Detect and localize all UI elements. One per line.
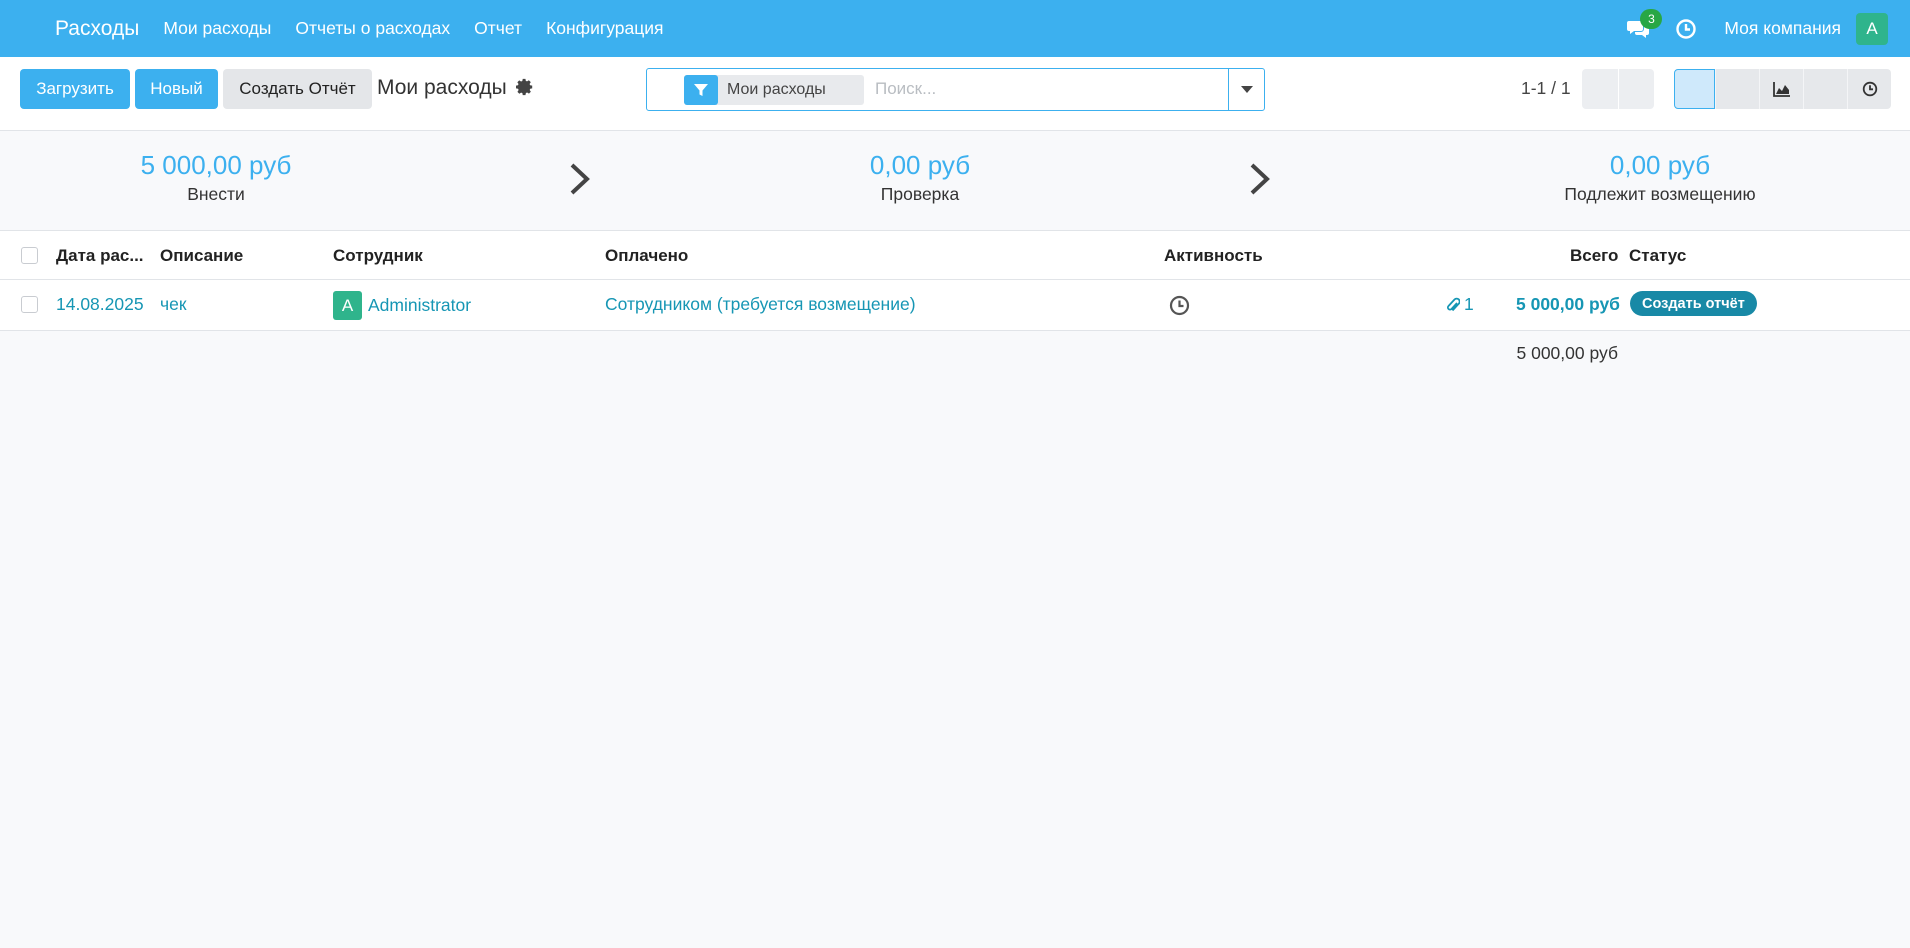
attachment-count[interactable]: 1: [1464, 294, 1474, 315]
expenses-table: Дата рас... Описание Сотрудник Оплачено …: [0, 231, 1910, 331]
chevron-right-icon: [1250, 163, 1270, 195]
expense-description: чек: [160, 294, 187, 314]
search-facet[interactable]: Мои расходы: [684, 75, 864, 105]
table-footer: 5 000,00 руб: [0, 330, 1910, 376]
expense-summary: 5 000,00 руб Внести 0,00 руб Проверка 0,…: [0, 132, 1910, 231]
user-avatar[interactable]: A: [1856, 12, 1888, 45]
nav-left: Расходы Мои расходы Отчеты о расходах От…: [0, 0, 676, 57]
nav-right: 3 Моя компания A: [1624, 0, 1888, 57]
company-switcher[interactable]: Моя компания: [1724, 18, 1841, 39]
stage-to-reimburse[interactable]: 0,00 руб Подлежит возмещению: [1520, 150, 1800, 205]
column-header-status[interactable]: Статус: [1629, 246, 1686, 266]
stage-amount: 0,00 руб: [1609, 150, 1711, 180]
app-title[interactable]: Расходы: [53, 17, 141, 41]
activity-view-button[interactable]: [1847, 69, 1891, 109]
column-header-total[interactable]: Всего: [1570, 246, 1618, 266]
control-panel: Загрузить Новый Создать Отчёт Мои расход…: [0, 57, 1910, 131]
menu-reporting[interactable]: Отчет: [462, 18, 534, 39]
gear-icon[interactable]: [516, 78, 534, 96]
pager-previous-button[interactable]: [1582, 69, 1618, 109]
new-button[interactable]: Новый: [135, 69, 218, 109]
stage-label: Проверка: [880, 184, 960, 204]
graph-view-button[interactable]: [1759, 69, 1803, 109]
create-report-button[interactable]: Создать Отчёт: [223, 69, 372, 109]
row-checkbox[interactable]: [21, 296, 38, 313]
pager-value[interactable]: 1-1 / 1: [1521, 78, 1571, 99]
stage-amount: 0,00 руб: [869, 150, 971, 180]
messages-count-badge: 3: [1640, 8, 1663, 29]
pivot-view-button[interactable]: [1803, 69, 1847, 109]
list-view-button[interactable]: [1674, 69, 1715, 109]
expense-total: 5 000,00 руб: [1516, 294, 1620, 314]
menu-expense-reports[interactable]: Отчеты о расходах: [283, 18, 462, 39]
table-row[interactable]: 14.08.2025 чек A Administrator Сотрудник…: [0, 280, 1910, 331]
stage-label: Внести: [187, 184, 245, 204]
breadcrumb: Мои расходы: [377, 76, 507, 99]
activities-button[interactable]: [1672, 15, 1700, 43]
column-header-activity[interactable]: Активность: [1164, 246, 1263, 266]
employee-avatar: A: [333, 291, 362, 320]
search-options-toggle[interactable]: [1228, 69, 1264, 110]
filter-icon: [684, 75, 718, 105]
messages-button[interactable]: 3: [1624, 8, 1663, 43]
pager-next-button[interactable]: [1618, 69, 1654, 109]
facet-label: Мои расходы: [727, 81, 826, 98]
clock-icon: [1676, 18, 1697, 39]
table-header-row: Дата рас... Описание Сотрудник Оплачено …: [0, 231, 1910, 280]
paid-by: Сотрудником (требуется возмещение): [605, 294, 916, 314]
stage-label: Подлежит возмещению: [1564, 184, 1756, 204]
stage-under-validation[interactable]: 0,00 руб Проверка: [820, 150, 1020, 205]
caret-down-icon: [1240, 85, 1253, 93]
column-header-date[interactable]: Дата рас...: [56, 246, 144, 266]
clock-icon: [1862, 81, 1877, 97]
create-report-status-button[interactable]: Создать отчёт: [1630, 291, 1757, 316]
kanban-view-button[interactable]: [1715, 69, 1759, 109]
chevron-right-icon: [570, 163, 590, 195]
paperclip-icon: [1447, 297, 1460, 312]
search-input[interactable]: [875, 79, 1205, 99]
stage-to-submit[interactable]: 5 000,00 руб Внести: [116, 150, 316, 205]
column-header-paid-by[interactable]: Оплачено: [605, 246, 688, 266]
menu-configuration[interactable]: Конфигурация: [534, 18, 675, 39]
footer-total: 5 000,00 руб: [1516, 343, 1619, 363]
employee-name[interactable]: Administrator: [368, 295, 471, 316]
select-all-checkbox[interactable]: [21, 247, 38, 264]
expense-date: 14.08.2025: [56, 294, 144, 314]
activity-clock-icon[interactable]: [1169, 295, 1190, 316]
stage-amount: 5 000,00 руб: [140, 150, 292, 180]
top-navbar: Расходы Мои расходы Отчеты о расходах От…: [0, 0, 1910, 57]
column-header-employee[interactable]: Сотрудник: [333, 246, 423, 266]
upload-button[interactable]: Загрузить: [20, 69, 130, 109]
area-chart-icon: [1772, 82, 1790, 97]
menu-my-expenses[interactable]: Мои расходы: [151, 18, 283, 39]
search-bar: Мои расходы: [646, 68, 1265, 111]
column-header-description[interactable]: Описание: [160, 246, 243, 266]
